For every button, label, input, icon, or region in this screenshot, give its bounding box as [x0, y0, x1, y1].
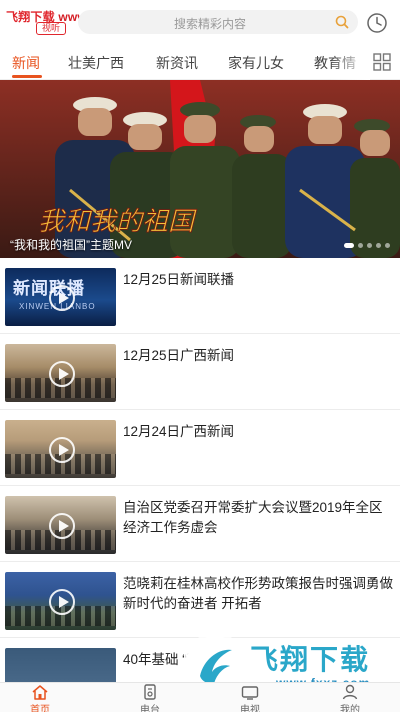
tabs-fade — [330, 44, 370, 80]
news-item[interactable]: 自治区党委召开常委扩大会议暨2019年全区经济工作务虚会 — [0, 486, 400, 562]
play-icon — [49, 361, 75, 387]
news-thumbnail — [5, 496, 116, 554]
tab-jiayou-ernv[interactable]: 家有儿女 — [228, 53, 284, 73]
news-item[interactable]: 12月24日广西新闻 — [0, 410, 400, 486]
carousel-dot — [358, 243, 363, 248]
news-title: 12月25日广西新闻 — [123, 348, 235, 363]
user-icon — [342, 684, 358, 700]
news-thumbnail — [5, 420, 116, 478]
tv-icon — [241, 686, 259, 700]
nav-tv[interactable]: 电视 — [210, 683, 290, 712]
nav-home[interactable]: 首页 — [0, 683, 80, 712]
news-item[interactable]: 新闻联播 XINWEN LIANBO 12月25日新闻联播 — [0, 258, 400, 334]
active-tab-indicator — [12, 75, 42, 78]
news-title: 12月25日新闻联播 — [123, 272, 235, 287]
banner-carousel[interactable]: 我和我的祖国 “我和我的祖国”主题MV — [0, 80, 400, 258]
carousel-dot — [367, 243, 372, 248]
play-icon — [49, 285, 75, 311]
history-clock-icon[interactable] — [366, 12, 388, 34]
nav-radio[interactable]: 电台 — [110, 683, 190, 712]
watermark-title: 飞翔下载 — [250, 644, 371, 675]
bottom-nav: 首页 电台 电视 我的 — [0, 682, 400, 712]
home-icon — [32, 685, 48, 700]
banner-overlay-text: 我和我的祖国 — [38, 207, 197, 237]
search-bar[interactable]: 搜索精彩内容 — [78, 10, 358, 34]
radio-icon — [144, 684, 156, 700]
play-icon — [49, 513, 75, 539]
play-icon — [49, 589, 75, 615]
tab-xin-zixun[interactable]: 新资讯 — [156, 53, 198, 73]
news-item[interactable]: 范晓莉在桂林高校作形势政策报告时强调勇做新时代的奋进者 开拓者 — [0, 562, 400, 638]
top-bar: 飞翔下载 www.FXXZ.com 视听 搜索精彩内容 — [0, 0, 400, 44]
carousel-dot-active — [344, 243, 354, 248]
carousel-dots — [344, 243, 390, 248]
search-placeholder: 搜索精彩内容 — [174, 17, 247, 31]
nav-mine[interactable]: 我的 — [310, 683, 390, 712]
news-thumbnail — [5, 344, 116, 402]
news-title: 12月24日广西新闻 — [123, 424, 235, 439]
banner-caption: “我和我的祖国”主题MV — [10, 238, 132, 252]
news-title: 自治区党委召开常委扩大会议暨2019年全区经济工作务虚会 — [123, 500, 383, 535]
news-thumbnail — [5, 572, 116, 630]
nav-mine-label: 我的 — [340, 705, 360, 712]
category-tabs: 新闻 壮美广西 新资讯 家有儿女 教育情 — [0, 44, 400, 80]
carousel-dot — [376, 243, 381, 248]
nav-tv-label: 电视 — [240, 705, 260, 712]
news-title: 范晓莉在桂林高校作形势政策报告时强调勇做新时代的奋进者 开拓者 — [123, 576, 393, 611]
tab-news[interactable]: 新闻 — [12, 53, 40, 73]
carousel-dot — [385, 243, 390, 248]
search-icon[interactable] — [334, 14, 350, 30]
app-logo[interactable]: 视听 — [36, 22, 66, 35]
nav-radio-label: 电台 — [140, 705, 160, 712]
news-thumbnail — [5, 648, 116, 682]
tab-zhuangmei-guangxi[interactable]: 壮美广西 — [68, 53, 124, 73]
play-icon — [49, 437, 75, 463]
news-item[interactable]: 12月25日广西新闻 — [0, 334, 400, 410]
nav-home-label: 首页 — [30, 705, 50, 712]
banner-image: 我和我的祖国 — [0, 80, 400, 258]
news-thumbnail: 新闻联播 XINWEN LIANBO — [5, 268, 116, 326]
grid-menu-icon[interactable] — [372, 52, 392, 72]
